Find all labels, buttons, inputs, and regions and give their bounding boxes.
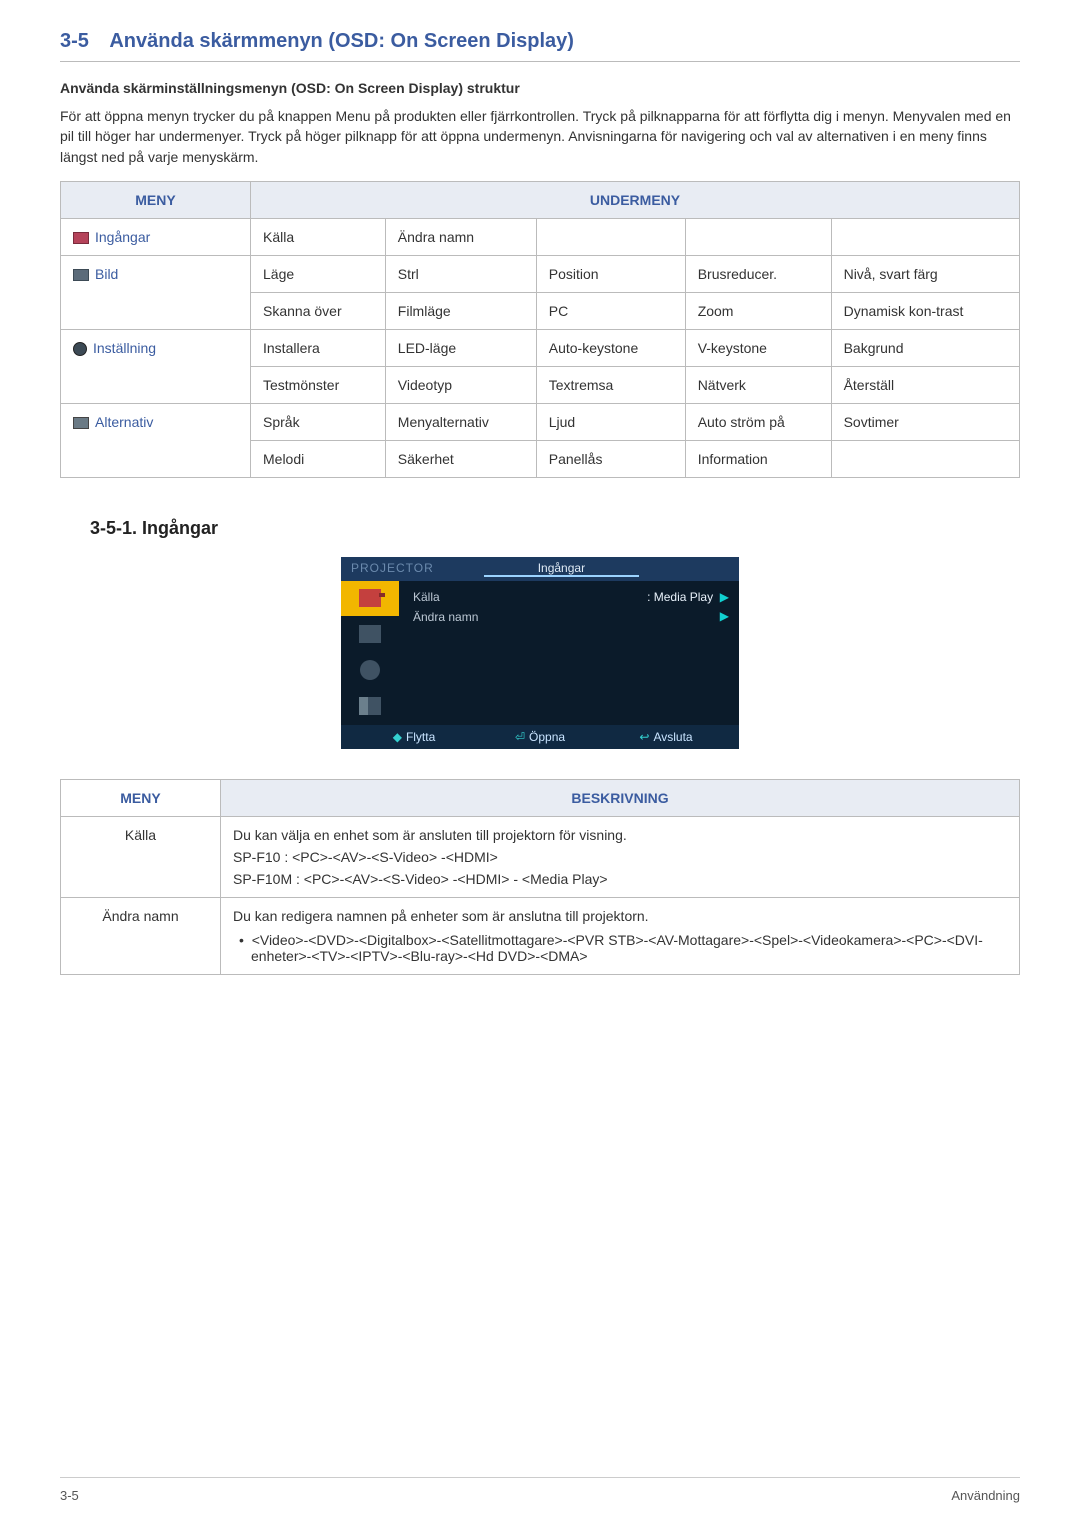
desc-line: Du kan välja en enhet som är ansluten ti… — [233, 827, 1007, 843]
footer-left: 3-5 — [60, 1488, 79, 1503]
section-title: Använda skärmmenyn (OSD: On Screen Displ… — [109, 30, 574, 52]
osd-tab-options — [341, 689, 399, 725]
input-icon — [73, 232, 89, 244]
cell: Dynamisk kon-trast — [831, 292, 1019, 329]
options-icon — [73, 417, 89, 429]
cell: Språk — [251, 403, 386, 440]
osd-source-value: : Media Play — [647, 590, 713, 604]
cell — [831, 440, 1019, 477]
osd-screenshot: PROJECTOR Ingångar Källa : Media Play ▶ … — [341, 557, 739, 749]
osd-editname-label: Ändra namn — [413, 610, 478, 624]
description-cell: Du kan välja en enhet som är ansluten ti… — [221, 816, 1020, 897]
cell: Nivå, svart färg — [831, 255, 1019, 292]
cell: Melodi — [251, 440, 386, 477]
table-row: Källa Du kan välja en enhet som är anslu… — [61, 816, 1020, 897]
cell: Ljud — [536, 403, 685, 440]
footer-right: Användning — [951, 1488, 1020, 1503]
cell: Ändra namn — [385, 218, 536, 255]
cell: V-keystone — [685, 329, 831, 366]
osd-tab-input — [341, 581, 399, 617]
picture-icon — [73, 269, 89, 281]
cell: Bakgrund — [831, 329, 1019, 366]
osd-projector-label: PROJECTOR — [351, 561, 434, 577]
cell: Position — [536, 255, 685, 292]
menu-label: Alternativ — [95, 414, 153, 430]
description-cell: Du kan redigera namnen på enheter som är… — [221, 897, 1020, 974]
bullet-icon: • — [239, 932, 252, 948]
osd-tab-active: Ingångar — [484, 561, 639, 577]
cell: Skanna över — [251, 292, 386, 329]
intro-subheading: Använda skärminställningsmenyn (OSD: On … — [60, 80, 1020, 96]
gear-icon — [360, 660, 380, 680]
menu-label: Inställning — [93, 340, 156, 356]
desc-line: SP-F10M : <PC>-<AV>-<S-Video> -<HDMI> - … — [233, 871, 1007, 887]
menu-label: Ingångar — [95, 229, 150, 245]
bars-icon — [359, 697, 381, 715]
section-number: 3-5 — [60, 30, 89, 52]
menu-structure-table: MENY UNDERMENY Ingångar Källa Ändra namn… — [60, 181, 1020, 478]
divider — [60, 61, 1020, 62]
cell: Brusreducer. — [685, 255, 831, 292]
exit-icon: ↩ — [639, 730, 649, 744]
th-menu: MENY — [61, 779, 221, 816]
cell: Läge — [251, 255, 386, 292]
cell: Auto ström på — [685, 403, 831, 440]
plug-icon — [359, 589, 381, 607]
enter-icon: ⏎ — [515, 730, 525, 744]
table-row: Alternativ Språk Menyalternativ Ljud Aut… — [61, 403, 1020, 440]
cell: Panellås — [536, 440, 685, 477]
table-row: Inställning Installera LED-läge Auto-key… — [61, 329, 1020, 366]
cell: Information — [685, 440, 831, 477]
arrow-right-icon: ▶ — [720, 610, 729, 624]
page-heading: 3-5 Använda skärmmenyn (OSD: On Screen D… — [60, 30, 1020, 53]
cell: Återställ — [831, 366, 1019, 403]
cell — [831, 218, 1019, 255]
table-row: Ingångar Källa Ändra namn — [61, 218, 1020, 255]
osd-footer: ◆ Flytta ⏎ Öppna ↩ Avsluta — [341, 725, 739, 749]
cell: Källa — [251, 218, 386, 255]
cell: Menyalternativ — [385, 403, 536, 440]
cell: Säkerhet — [385, 440, 536, 477]
menu-name: Ändra namn — [61, 897, 221, 974]
osd-foot-exit: Avsluta — [653, 730, 692, 744]
cell: Nätverk — [685, 366, 831, 403]
picture-icon — [359, 625, 381, 643]
desc-line: Du kan redigera namnen på enheter som är… — [233, 908, 1007, 924]
cell — [536, 218, 685, 255]
osd-source-label: Källa — [413, 590, 440, 604]
cell: Sovtimer — [831, 403, 1019, 440]
desc-bullet: <Video>-<DVD>-<Digitalbox>-<Satellitmott… — [251, 932, 983, 964]
menu-label: Bild — [95, 266, 118, 282]
osd-tab-picture — [341, 617, 399, 653]
cell: Auto-keystone — [536, 329, 685, 366]
table-row: Bild Läge Strl Position Brusreducer. Niv… — [61, 255, 1020, 292]
cell: Filmläge — [385, 292, 536, 329]
osd-side-tabs — [341, 581, 399, 725]
desc-line: SP-F10 : <PC>-<AV>-<S-Video> -<HDMI> — [233, 849, 1007, 865]
cell: Strl — [385, 255, 536, 292]
cell: LED-läge — [385, 329, 536, 366]
subsection-heading: 3-5-1. Ingångar — [90, 518, 1020, 539]
arrow-right-icon: ▶ — [720, 590, 729, 604]
intro-paragraph: För att öppna menyn trycker du på knappe… — [60, 106, 1020, 167]
description-table: MENY BESKRIVNING Källa Du kan välja en e… — [60, 779, 1020, 975]
settings-icon — [73, 342, 87, 356]
th-description: BESKRIVNING — [221, 779, 1020, 816]
menu-name: Källa — [61, 816, 221, 897]
cell: Zoom — [685, 292, 831, 329]
page-footer: 3-5 Användning — [60, 1477, 1020, 1503]
th-menu: MENY — [61, 181, 251, 218]
osd-foot-open: Öppna — [529, 730, 565, 744]
osd-foot-move: Flytta — [406, 730, 435, 744]
cell: Textremsa — [536, 366, 685, 403]
table-row: Ändra namn Du kan redigera namnen på enh… — [61, 897, 1020, 974]
cell: Videotyp — [385, 366, 536, 403]
move-icon: ◆ — [393, 730, 402, 744]
osd-tab-settings — [341, 653, 399, 689]
cell: Installera — [251, 329, 386, 366]
cell — [685, 218, 831, 255]
cell: PC — [536, 292, 685, 329]
th-submenu: UNDERMENY — [251, 181, 1020, 218]
cell: Testmönster — [251, 366, 386, 403]
